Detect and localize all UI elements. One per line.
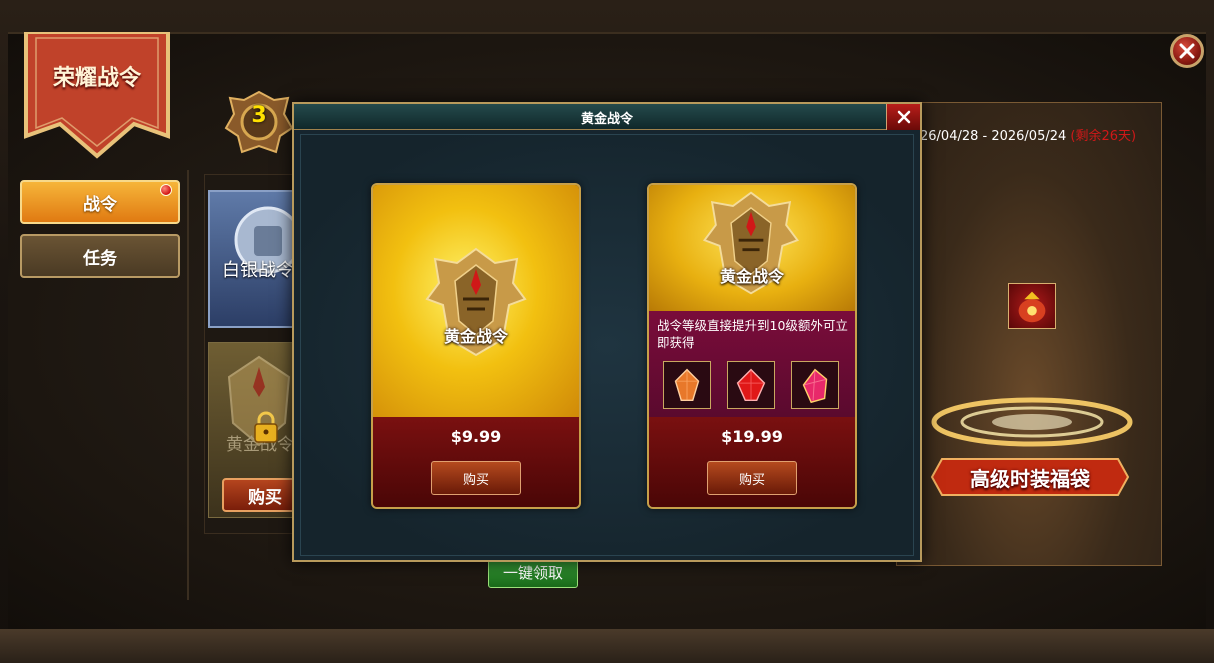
divider <box>187 170 189 600</box>
notification-dot <box>160 184 172 196</box>
sidebar-item-label: 战令 <box>83 194 117 215</box>
lock-icon <box>254 411 278 443</box>
modal-title: 黄金战令 <box>580 112 633 127</box>
title-banner <box>24 32 170 159</box>
lucky-bag-icon <box>1018 291 1046 323</box>
remaining-days: (剩余26天) <box>1070 129 1137 144</box>
date-range-text: 26/04/28 - 2026/05/24 <box>920 129 1067 144</box>
price: $19.99 <box>721 427 783 446</box>
bonus-description: 战令等级直接提升到10级额外可立即获得 <box>657 318 848 350</box>
fashion-bag-icon[interactable] <box>1008 283 1056 329</box>
reward-item-slot[interactable] <box>791 361 839 409</box>
purchase-modal: 黄金战令 黄金战令 $9.99 购买 黄金战令 战令等级直接提升到10级额外可立… <box>292 102 922 562</box>
pass-offer-card: 黄金战令 $9.99 购买 <box>371 183 581 509</box>
modal-body: 黄金战令 $9.99 购买 黄金战令 战令等级直接提升到10级额外可立即获得 $… <box>300 134 914 556</box>
level-number: 3 <box>251 103 267 128</box>
event-date-range: 26/04/28 - 2026/05/24 (剩余26天) <box>920 125 1136 144</box>
red-gem-icon <box>736 368 766 402</box>
buy-button[interactable]: 购买 <box>707 461 797 495</box>
close-icon <box>897 110 910 124</box>
sidebar-item-label: 任务 <box>83 248 117 269</box>
reward-item-slot[interactable] <box>727 361 775 409</box>
price: $9.99 <box>450 427 502 446</box>
pass-name: 黄金战令 <box>719 267 784 286</box>
pass-offer-card-premium: 黄金战令 战令等级直接提升到10级额外可立即获得 $19.99 购买 <box>647 183 857 509</box>
modal-close-button[interactable] <box>886 104 920 130</box>
close-icon <box>1179 43 1195 59</box>
sidebar-item-pass[interactable]: 战令 <box>20 180 180 224</box>
modal-header: 黄金战令 <box>294 104 920 130</box>
glow-ring-icon <box>931 397 1133 447</box>
bottom-border <box>0 629 1214 663</box>
sidebar-item-tasks[interactable]: 任务 <box>20 234 180 278</box>
reward-name: 高级时装福袋 <box>970 467 1090 491</box>
buy-button[interactable]: 购买 <box>431 461 521 495</box>
pass-name: 黄金战令 <box>443 327 508 346</box>
orange-gem-icon <box>674 368 700 402</box>
page-title: 荣耀战令 <box>52 66 141 91</box>
reward-item-slot[interactable] <box>663 361 711 409</box>
ruby-gem-icon <box>802 368 828 404</box>
close-button[interactable] <box>1170 34 1204 68</box>
